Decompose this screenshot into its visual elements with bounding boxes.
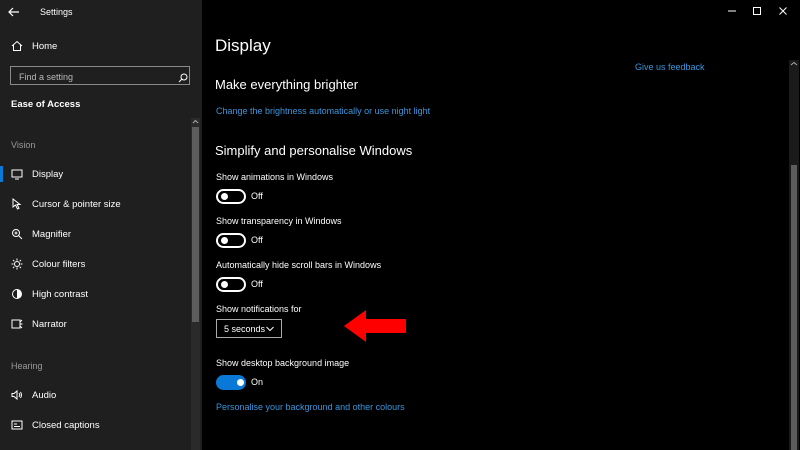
sidebar-item-narrator[interactable]: Narrator [0, 309, 190, 339]
main-scrollbar[interactable] [789, 60, 799, 450]
background-toggle[interactable] [216, 375, 246, 390]
toggle-knob [237, 379, 244, 386]
sidebar-item-label: Cursor & pointer size [32, 198, 121, 210]
sidebar-item-label: Display [32, 168, 64, 180]
main-content: Display Give us feedback Make everything… [202, 0, 800, 450]
sidebar-item-label: Home [32, 40, 58, 52]
toggle-knob [221, 237, 228, 244]
animations-label: Show animations in Windows [216, 172, 334, 182]
section-title: Ease of Access [11, 99, 81, 110]
search-input[interactable] [11, 67, 181, 86]
sidebar: Settings Home Ease of Access Vision Disp… [0, 0, 202, 450]
scrollbars-label: Automatically hide scroll bars in Window… [216, 260, 382, 270]
magnifier-icon [11, 228, 23, 240]
feedback-link[interactable]: Give us feedback [635, 62, 705, 72]
transparency-state: Off [251, 235, 263, 245]
sidebar-item-cursor-pointer-size[interactable]: Cursor & pointer size [0, 189, 190, 219]
notifications-label: Show notifications for [216, 304, 302, 314]
search-icon[interactable] [178, 70, 188, 88]
sidebar-item-magnifier[interactable]: Magnifier [0, 219, 190, 249]
group-label-hearing: Hearing [11, 361, 43, 371]
captions-icon [11, 419, 23, 431]
scroll-up-arrow-icon[interactable] [789, 60, 799, 68]
cursor-icon [11, 198, 23, 210]
group-label-vision: Vision [11, 140, 36, 150]
minimize-icon [728, 10, 736, 12]
colour-filters-icon [11, 258, 23, 270]
toggle-knob [221, 281, 228, 288]
brightness-link[interactable]: Change the brightness automatically or u… [216, 106, 430, 116]
sidebar-item-label: Colour filters [32, 258, 86, 270]
sidebar-item-label: Closed captions [32, 419, 100, 431]
chevron-down-icon [266, 326, 274, 332]
close-button[interactable] [768, 0, 798, 22]
sidebar-item-label: Magnifier [32, 228, 72, 240]
monitor-icon [11, 168, 23, 180]
sidebar-item-label: High contrast [32, 288, 88, 300]
animations-state: Off [251, 191, 263, 201]
sidebar-scrollbar-thumb[interactable] [192, 127, 199, 322]
maximize-icon [753, 7, 761, 15]
sidebar-item-colour-filters[interactable]: Colour filters [0, 249, 190, 279]
brighter-heading: Make everything brighter [215, 77, 359, 92]
transparency-toggle[interactable] [216, 233, 246, 248]
main-scrollbar-thumb[interactable] [791, 165, 797, 450]
close-icon [779, 7, 787, 15]
annotation-arrow [344, 310, 406, 342]
sidebar-item-label: Audio [32, 389, 57, 401]
notifications-dropdown-value: 5 seconds [224, 323, 266, 334]
personalise-link[interactable]: Personalise your background and other co… [216, 402, 405, 412]
high-contrast-icon [11, 288, 23, 300]
page-title: Display [215, 36, 271, 55]
animations-toggle[interactable] [216, 189, 246, 204]
scrollbars-toggle[interactable] [216, 277, 246, 292]
search-box [10, 66, 190, 88]
toggle-knob [221, 193, 228, 200]
scroll-up-arrow-icon[interactable] [191, 118, 200, 126]
sidebar-item-audio[interactable]: Audio [0, 380, 190, 410]
background-label: Show desktop background image [216, 358, 350, 368]
scrollbars-state: Off [251, 279, 263, 289]
back-arrow-icon [8, 7, 19, 17]
window-title: Settings [40, 7, 73, 17]
notifications-dropdown[interactable]: 5 seconds [216, 319, 282, 338]
sidebar-scrollbar[interactable] [191, 118, 200, 450]
sidebar-item-home[interactable]: Home [0, 31, 190, 61]
speaker-icon [11, 389, 23, 401]
sidebar-item-label: Narrator [32, 318, 67, 330]
transparency-label: Show transparency in Windows [216, 216, 342, 226]
sidebar-item-display[interactable]: Display [0, 159, 190, 189]
narrator-icon [11, 318, 23, 330]
home-icon [11, 40, 23, 52]
background-state: On [251, 377, 264, 387]
sidebar-item-closed-captions[interactable]: Closed captions [0, 410, 190, 440]
sidebar-item-high-contrast[interactable]: High contrast [0, 279, 190, 309]
back-button[interactable] [8, 4, 24, 18]
simplify-heading: Simplify and personalise Windows [215, 143, 413, 158]
